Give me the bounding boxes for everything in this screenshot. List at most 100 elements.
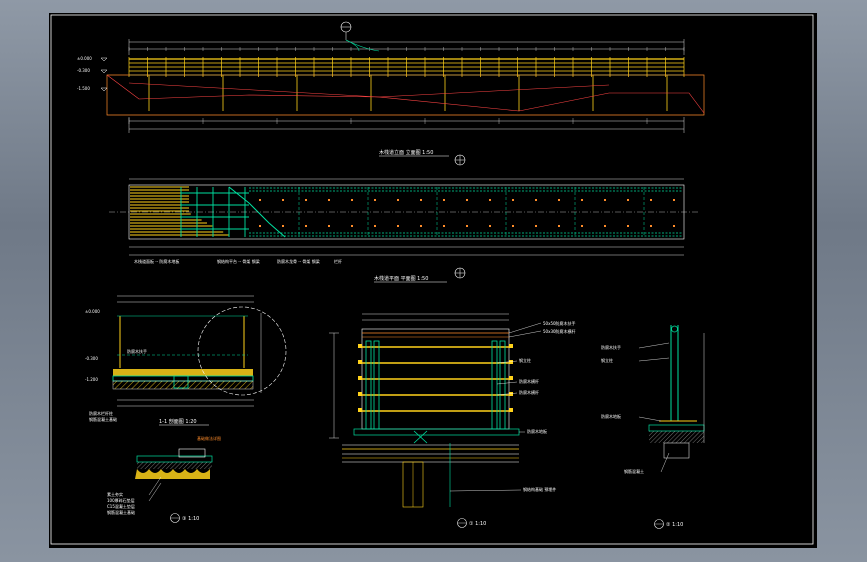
plan-title-group: 木栈道平面 平面图 1:50 — [374, 275, 447, 283]
plan-post-marker — [259, 199, 261, 201]
section-a-level-2: -0.300 — [85, 356, 98, 361]
foundation-title: ③ 1:10 — [182, 516, 199, 522]
railing-note-7: 钢结构基础 预埋件 — [523, 486, 556, 492]
plan-post-marker — [282, 225, 284, 227]
plan-post-marker — [627, 225, 629, 227]
elevation-bottom-dimensions — [128, 117, 685, 133]
elevation-level-3: -1.500 — [77, 86, 90, 91]
foundation-note-2: 100厚碎石垫层 — [107, 497, 135, 503]
plan-post-marker — [420, 225, 422, 227]
plan-structure — [109, 186, 699, 238]
section-a-deck — [112, 369, 254, 390]
post-note-3: 防腐木地板 — [601, 413, 621, 419]
elevation-level-1: ±0.000 — [77, 56, 92, 61]
plan-title: 木栈道平面 平面图 1:50 — [374, 275, 428, 282]
post-note-4: 钢筋混凝土 — [624, 468, 644, 474]
plan-post-marker — [466, 199, 468, 201]
plan-post-marker — [282, 199, 284, 201]
cad-drawing: ±0.000 -0.300 -1.500 木栈道立面 立面图 1:50 木栈道面… — [50, 14, 814, 545]
plan-note-2: 钢结构平台 -- 骨架 钢梁 — [217, 258, 260, 264]
section-a-note-1: 防腐木扶手 — [127, 348, 147, 354]
plan-post-marker — [420, 199, 422, 201]
plan-post-marker — [397, 199, 399, 201]
plan-post-marker — [673, 225, 675, 227]
plan-post-marker — [328, 199, 330, 201]
drawing-sheet: ±0.000 -0.300 -1.500 木栈道立面 立面图 1:50 木栈道面… — [49, 13, 817, 548]
railing-note-2: 50x30防腐木横杆 — [543, 328, 576, 334]
plan-post-marker — [650, 199, 652, 201]
railing-bar-end — [509, 392, 513, 396]
foundation-note-1: 素土夯实 — [107, 491, 123, 497]
plan-post-marker — [305, 199, 307, 201]
detail-2-marker-icon — [654, 519, 664, 529]
plan-post-marker — [512, 199, 514, 201]
railing-bar-end — [509, 344, 513, 348]
plan-post-marker — [374, 199, 376, 201]
plan-post-marker — [512, 225, 514, 227]
plan-post-marker — [535, 199, 537, 201]
plan-note-1: 木栈道面板 -- 防腐木地板 — [134, 258, 179, 264]
elevation-level-markers: ±0.000 -0.300 -1.500 — [77, 56, 108, 92]
section-a-level-1: ±0.000 — [85, 309, 100, 314]
foundation-detail-view: 基础做法详图 素土夯实 100厚碎石垫层 C15混凝土垫层 钢筋混凝土基础 ③ … — [107, 435, 221, 523]
section-a-levels: ±0.000 -0.300 -1.200 — [85, 309, 100, 382]
elevation-ground-box — [106, 74, 705, 116]
railing-bar-end — [358, 360, 362, 364]
plan-post-marker — [374, 225, 376, 227]
post-note-1: 防腐木扶手 — [601, 344, 621, 350]
plan-post-marker — [351, 199, 353, 201]
plan-post-marker — [259, 225, 261, 227]
section-marker-icon — [340, 21, 380, 52]
railing-note-6: 防腐木地板 — [527, 428, 547, 434]
elevation-level-2: -0.300 — [77, 68, 90, 73]
plan-note-3: 防腐木龙骨 -- 骨架 钢梁 — [277, 258, 320, 264]
post-detail-view: 防腐木扶手 钢立柱 防腐木地板 钢筋混凝土 ② 1:10 — [601, 325, 705, 529]
section-a-note-2: 防腐木栏杆柱 — [89, 410, 113, 416]
foundation-note-3: C15混凝土垫层 — [107, 503, 135, 509]
section-a-level-3: -1.200 — [85, 377, 98, 382]
plan-view: 木栈道面板 -- 防腐木地板 钢结构平台 -- 骨架 钢梁 防腐木龙骨 -- 骨… — [109, 178, 699, 283]
plan-post-marker — [489, 199, 491, 201]
foundation-note-4: 钢筋混凝土基础 — [107, 509, 135, 515]
post-detail-notes: 防腐木扶手 钢立柱 防腐木地板 钢筋混凝土 — [601, 342, 670, 474]
plan-post-marker — [558, 199, 560, 201]
detail-3-marker-icon — [170, 513, 180, 523]
plan-post-marker — [489, 225, 491, 227]
elevation-title-group: 木栈道立面 立面图 1:50 — [379, 149, 449, 157]
plan-note-4: 栏杆 — [334, 258, 342, 264]
elevation-ground-line — [106, 74, 705, 114]
section-a-note-3: 钢筋混凝土基础 — [89, 416, 117, 422]
foundation-notes: 素土夯实 100厚碎石垫层 C15混凝土垫层 钢筋混凝土基础 — [107, 476, 162, 515]
north-marker-icon — [454, 154, 466, 166]
plan-post-marker — [604, 199, 606, 201]
railing-note-3: 钢立柱 — [519, 357, 531, 363]
railing-bar-end — [358, 408, 362, 412]
post-detail-title: ② 1:10 — [666, 522, 683, 528]
plan-post-marker — [466, 225, 468, 227]
plan-post-marker — [535, 225, 537, 227]
plan-notes: 木栈道面板 -- 防腐木地板 钢结构平台 -- 骨架 钢梁 防腐木龙骨 -- 骨… — [134, 258, 342, 264]
railing-detail-posts — [365, 340, 506, 430]
plan-post-marker — [397, 225, 399, 227]
elevation-view: ±0.000 -0.300 -1.500 木栈道立面 立面图 1:50 — [77, 21, 705, 166]
plan-post-marker — [627, 199, 629, 201]
railing-detail-view: 50x50防腐木扶手 50x30防腐木横杆 钢立柱 防腐木横杆 防腐木横杆 防腐… — [329, 313, 576, 528]
section-1-1-view: ±0.000 -0.300 -1.200 防腐木扶手 防腐木栏杆柱 钢筋混凝土基… — [85, 295, 287, 426]
section-a-posts — [119, 316, 245, 368]
railing-detail-base — [342, 428, 520, 508]
plan-post-marker — [351, 225, 353, 227]
plan-post-marker — [581, 225, 583, 227]
section-a-title: 1-1 剖面图 1:20 — [159, 418, 197, 425]
elevation-railing — [106, 57, 705, 116]
plan-post-marker — [305, 225, 307, 227]
railing-detail-title: ① 1:10 — [469, 521, 486, 527]
post-note-2: 钢立柱 — [601, 357, 613, 363]
plan-post-marker — [558, 225, 560, 227]
railing-horizontal-bars — [358, 344, 513, 412]
railing-note-1: 50x50防腐木扶手 — [543, 320, 576, 326]
elevation-slope-line — [378, 84, 610, 98]
elevation-title: 木栈道立面 立面图 1:50 — [379, 149, 433, 156]
plan-post-marker — [673, 199, 675, 201]
plan-post-marker — [604, 225, 606, 227]
railing-bar-end — [358, 376, 362, 380]
